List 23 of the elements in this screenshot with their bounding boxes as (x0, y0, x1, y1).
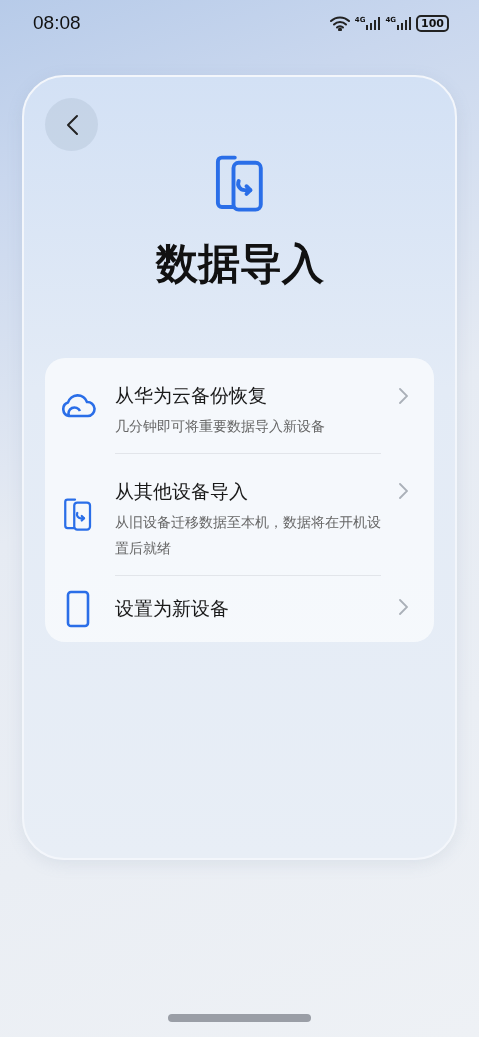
option-item[interactable]: 从其他设备导入 从旧设备迁移数据至本机，数据将在开机设置后就绪 (59, 453, 420, 576)
back-icon (64, 113, 79, 136)
phone-transfer-icon (63, 497, 93, 531)
option-description: 从旧设备迁移数据至本机，数据将在开机设置后就绪 (115, 513, 381, 559)
option-title: 设置为新设备 (115, 596, 230, 622)
chevron-icon (399, 599, 408, 616)
chevron-icon (399, 388, 408, 405)
chevron-icon (399, 483, 408, 500)
cloud-icon (60, 393, 96, 418)
status-time: 08:08 (33, 12, 81, 34)
option-title: 从华为云备份恢复 (115, 383, 268, 409)
signal-icon (397, 16, 412, 30)
page-title: 数据导入 (154, 238, 325, 291)
battery-indicator: 100 (416, 14, 449, 32)
option-item[interactable]: 设置为新设备 (59, 575, 420, 643)
phone-transfer-icon (213, 155, 266, 213)
phone-icon (66, 589, 90, 628)
back-button[interactable] (45, 98, 98, 151)
signal-icon (366, 16, 381, 30)
option-title: 从其他设备导入 (115, 479, 249, 505)
option-item[interactable]: 从华为云备份恢复 几分钟即可将重要数据导入新设备 (59, 358, 420, 454)
wifi-icon (329, 15, 350, 31)
option-description: 几分钟即可将重要数据导入新设备 (115, 417, 326, 437)
